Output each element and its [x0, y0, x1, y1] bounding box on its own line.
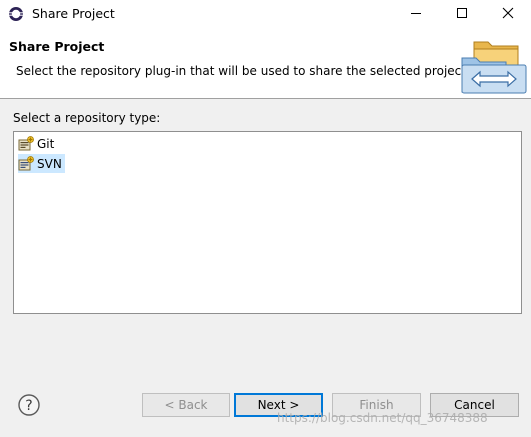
git-repository-icon [18, 135, 34, 152]
repository-type-list[interactable]: Git SVN [13, 131, 522, 314]
share-folders-icon [460, 38, 528, 96]
back-button[interactable]: < Back [142, 393, 230, 417]
list-item-label: Git [37, 136, 55, 151]
page-description: Select the repository plug-in that will … [16, 64, 470, 78]
eclipse-icon [8, 6, 24, 22]
minimize-button[interactable] [393, 0, 439, 28]
close-icon [502, 7, 514, 22]
help-button[interactable]: ? [17, 393, 41, 417]
list-item-svn[interactable]: SVN [18, 154, 65, 173]
maximize-icon [456, 7, 468, 22]
minimize-icon [410, 7, 422, 22]
maximize-button[interactable] [439, 0, 485, 28]
list-item-label: SVN [37, 156, 62, 171]
watermark: https://blog.csdn.net/qq_36748388 [277, 411, 488, 425]
page-title: Share Project [9, 39, 105, 54]
window-title: Share Project [32, 6, 115, 21]
title-bar: Share Project [0, 0, 531, 28]
wizard-banner: Share Project Select the repository plug… [0, 28, 531, 99]
help-icon: ? [17, 394, 41, 420]
list-item-git[interactable]: Git [18, 134, 57, 153]
svg-text:?: ? [25, 398, 32, 414]
svn-repository-icon [18, 155, 34, 172]
repository-type-label: Select a repository type: [13, 111, 161, 125]
close-button[interactable] [485, 0, 531, 28]
